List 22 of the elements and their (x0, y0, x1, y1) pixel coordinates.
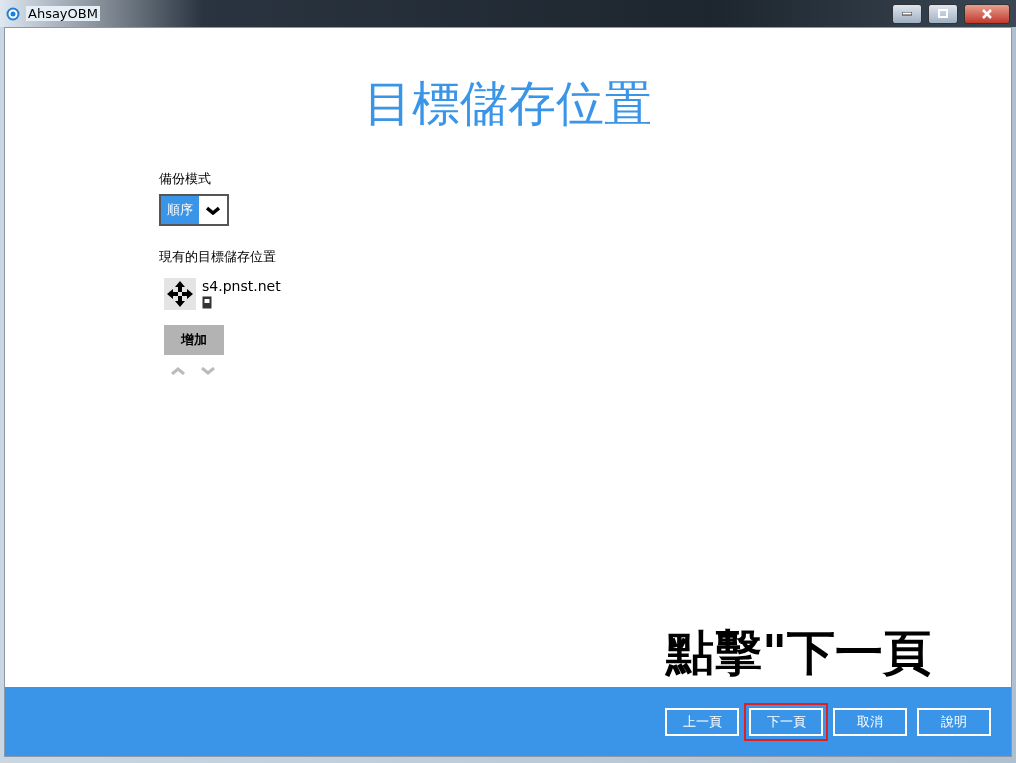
maximize-button[interactable] (928, 3, 958, 24)
instruction-caption: 點擊"下一頁 (666, 623, 931, 682)
chevron-down-icon (206, 205, 220, 215)
maximize-icon (938, 9, 948, 18)
footer-button[interactable]: 上一頁 (665, 707, 739, 736)
window-title: AhsayOBM (26, 6, 100, 21)
add-button[interactable]: 增加 (164, 325, 224, 355)
footer-button[interactable]: 取消 (833, 707, 907, 736)
page-heading: 目標儲存位置 (363, 74, 653, 133)
backup-mode-dropdown[interactable]: 順序 (159, 194, 229, 226)
footer-button[interactable]: 說明 (917, 707, 991, 736)
destinations-label: 現有的目標儲存位置 (159, 248, 277, 266)
close-button[interactable] (964, 3, 1010, 24)
minimize-icon (902, 11, 912, 16)
app-logo-icon (6, 6, 20, 21)
minimize-button[interactable] (892, 3, 922, 24)
footer-button[interactable]: 下一頁 (749, 707, 823, 736)
backup-mode-label: 備份模式 (159, 170, 212, 188)
move-arrows-icon[interactable] (164, 278, 196, 310)
destination-name: s4.pnst.net (202, 278, 281, 294)
server-icon (202, 296, 212, 309)
close-icon (982, 8, 992, 19)
